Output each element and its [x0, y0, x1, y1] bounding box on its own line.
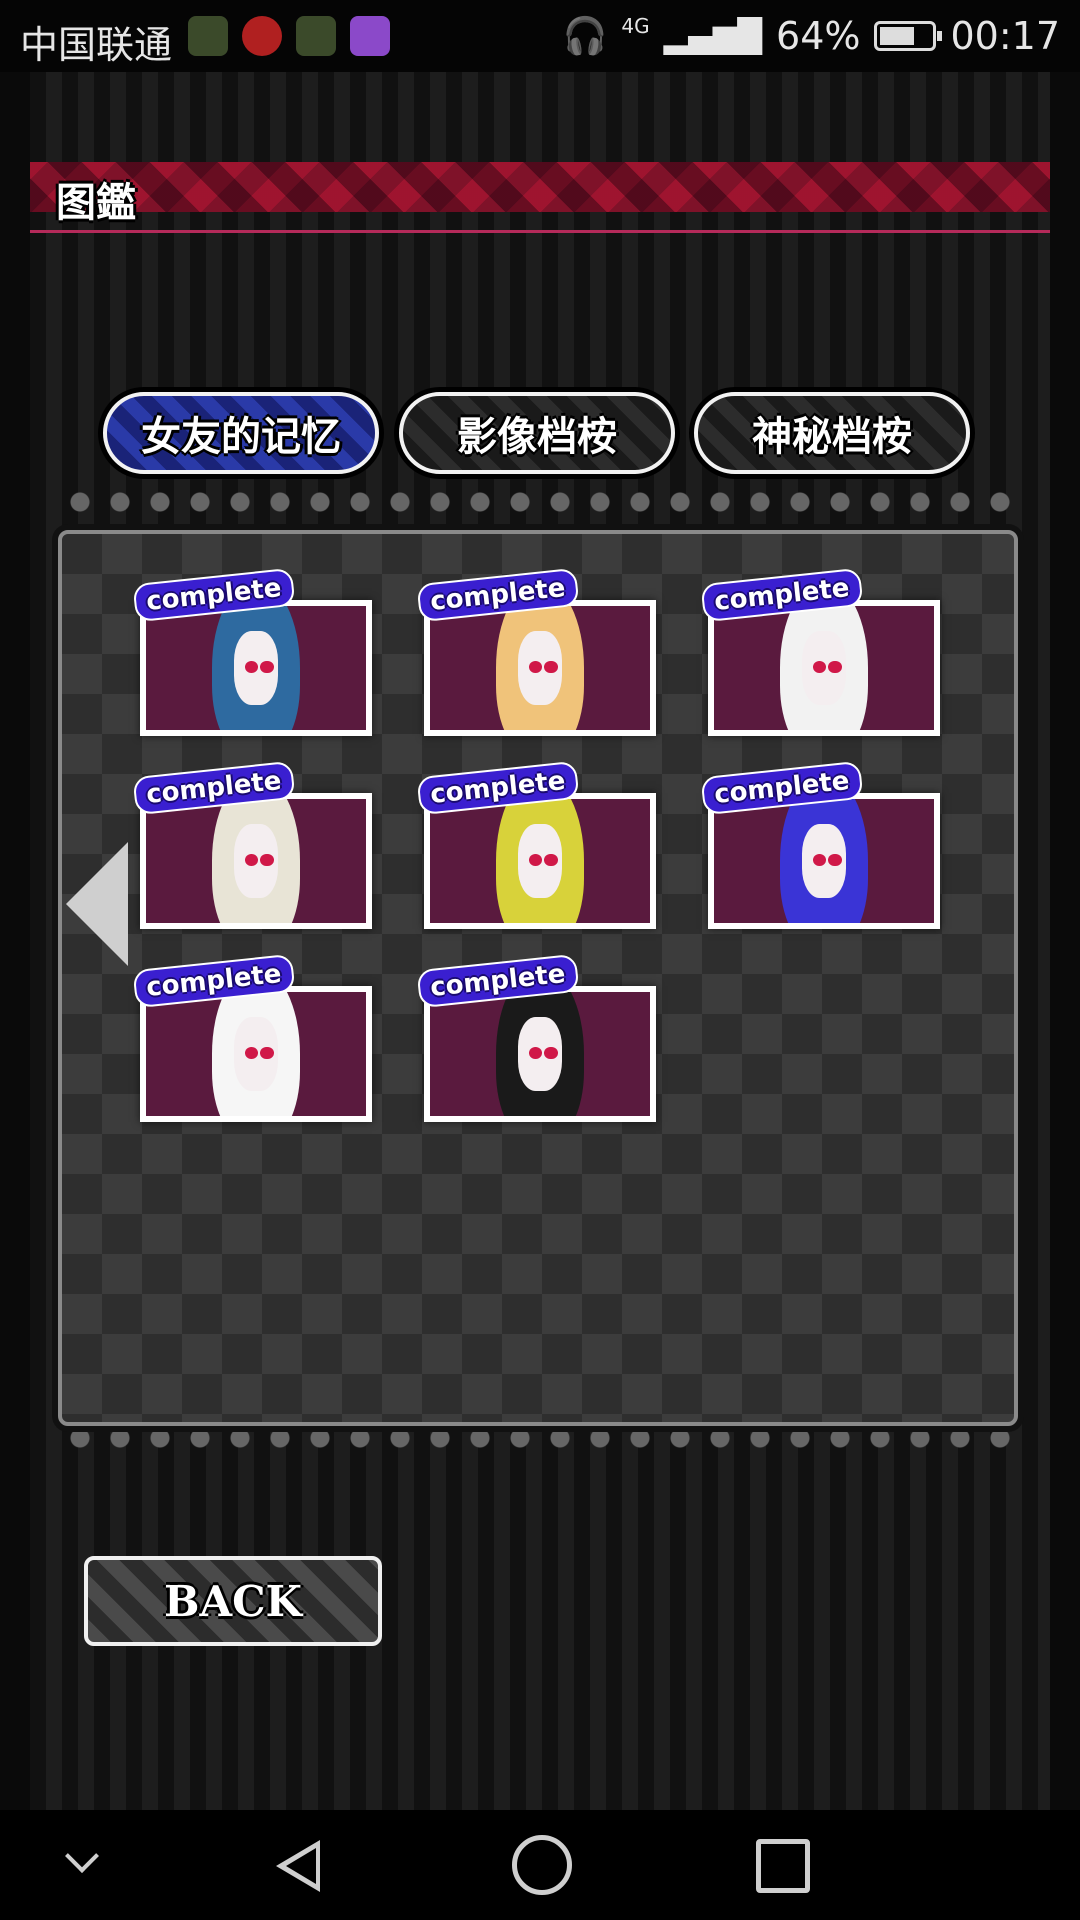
- character-art: [430, 992, 650, 1116]
- eye: [529, 1046, 543, 1059]
- notification-icon-3: [296, 16, 336, 56]
- ornament-bottom: [62, 1424, 1018, 1450]
- gallery-thumb-5[interactable]: complete: [416, 760, 656, 929]
- character-art: [146, 606, 366, 730]
- eye: [529, 853, 543, 866]
- nav-recents-icon[interactable]: [756, 1839, 810, 1893]
- signal-icon: ▂▄▆█: [663, 17, 763, 55]
- gallery-thumb-1[interactable]: complete: [132, 567, 372, 736]
- eye: [260, 853, 274, 866]
- eye: [260, 660, 274, 673]
- battery-percent: 64%: [776, 14, 861, 58]
- eye: [245, 1046, 259, 1059]
- gallery-thumb-2[interactable]: complete: [416, 567, 656, 736]
- gallery-app-icon: [350, 16, 390, 56]
- eye: [544, 660, 558, 673]
- battery-icon: [874, 21, 943, 51]
- status-right: 🎧 4G ▂▄▆█ 64% 00:17: [563, 14, 1060, 58]
- eye: [828, 660, 842, 673]
- eye: [813, 660, 827, 673]
- chevron-down-icon[interactable]: [65, 1839, 99, 1873]
- tab-mystery-archive[interactable]: 神秘档桉: [694, 392, 970, 474]
- character-art: [430, 799, 650, 923]
- eye: [245, 853, 259, 866]
- previous-page-arrow[interactable]: [66, 842, 128, 966]
- eye: [813, 853, 827, 866]
- eye: [245, 660, 259, 673]
- headphones-icon: 🎧: [562, 16, 608, 57]
- nav-back-icon-inner: [286, 1848, 316, 1884]
- ornament-top: [62, 488, 1018, 514]
- character-art: [146, 992, 366, 1116]
- gallery-thumb-4[interactable]: complete: [132, 760, 372, 929]
- eye: [529, 660, 543, 673]
- tab-video-archive[interactable]: 影像档桉: [399, 392, 675, 474]
- header-divider: [30, 230, 1050, 233]
- character-art: [146, 799, 366, 923]
- network-type: 4G: [621, 14, 650, 38]
- character-art: [430, 606, 650, 730]
- clock: 00:17: [950, 14, 1060, 58]
- eye: [828, 853, 842, 866]
- gallery-thumb-8[interactable]: complete: [416, 953, 656, 1122]
- gallery-thumb-7[interactable]: complete: [132, 953, 372, 1122]
- page-title: 图鑑: [56, 180, 136, 226]
- eye: [260, 1046, 274, 1059]
- system-nav-bar: [0, 1810, 1080, 1920]
- gallery-thumb-6[interactable]: complete: [700, 760, 940, 929]
- gallery-thumb-3[interactable]: complete: [700, 567, 940, 736]
- notification-icon-2: [242, 16, 282, 56]
- status-bar: 中国联通 🎧 4G ▂▄▆█ 64% 00:17: [0, 0, 1080, 72]
- header-band: [30, 162, 1050, 212]
- character-art: [714, 799, 934, 923]
- tab-girlfriend-memories[interactable]: 女友的记忆: [103, 392, 379, 474]
- nav-home-icon[interactable]: [512, 1835, 572, 1895]
- notification-icon-1: [188, 16, 228, 56]
- character-art: [714, 606, 934, 730]
- carrier-label: 中国联通: [20, 23, 173, 67]
- eye: [544, 1046, 558, 1059]
- eye: [544, 853, 558, 866]
- back-button[interactable]: BACK: [84, 1556, 382, 1646]
